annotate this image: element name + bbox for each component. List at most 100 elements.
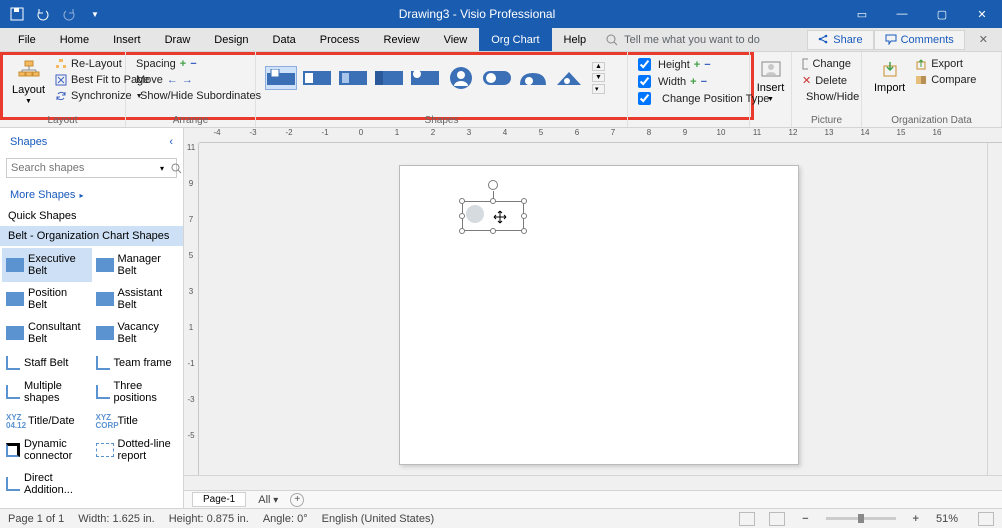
move-button[interactable]: Move ← → xyxy=(132,72,249,88)
presentation-view-icon[interactable] xyxy=(739,512,755,526)
tab-help[interactable]: Help xyxy=(552,28,599,51)
resize-handle-sw[interactable] xyxy=(459,228,465,234)
vertical-scrollbar[interactable] xyxy=(987,143,1002,475)
shape-consultant-belt[interactable]: Consultant Belt xyxy=(2,316,92,350)
shape-executive-belt[interactable]: Executive Belt xyxy=(2,248,92,282)
selected-shape[interactable] xyxy=(462,201,524,231)
horizontal-ruler: -4-3-2-1012345678910111213141516 xyxy=(199,128,1002,143)
status-language[interactable]: English (United States) xyxy=(322,513,435,525)
quick-shapes-category[interactable]: Quick Shapes xyxy=(0,206,183,226)
drawing-canvas[interactable] xyxy=(199,143,987,475)
undo-icon[interactable] xyxy=(34,5,52,23)
shape-three-positions[interactable]: Three positions xyxy=(92,375,182,409)
tab-insert[interactable]: Insert xyxy=(101,28,153,51)
gallery-up-icon[interactable]: ▲ xyxy=(592,62,605,71)
height-checkbox[interactable] xyxy=(638,58,651,71)
shape-dotted-line-report[interactable]: Dotted-line report xyxy=(92,433,182,467)
resize-handle-se[interactable] xyxy=(521,228,527,234)
tab-file[interactable]: File xyxy=(6,28,48,51)
compare-button[interactable]: Compare xyxy=(911,72,980,88)
ribbon-display-icon[interactable]: ▭ xyxy=(842,8,882,21)
import-button[interactable]: Import xyxy=(868,56,911,98)
zoom-out-button[interactable]: − xyxy=(799,513,811,525)
save-icon[interactable] xyxy=(8,5,26,23)
width-checkbox[interactable] xyxy=(638,75,651,88)
shape-style-2[interactable] xyxy=(302,67,332,89)
resize-handle-n[interactable] xyxy=(490,198,496,204)
shape-style-7[interactable] xyxy=(482,67,512,89)
shape-multiple-shapes[interactable]: Multiple shapes xyxy=(2,375,92,409)
change-picture-button[interactable]: Change xyxy=(798,56,855,72)
page-background[interactable] xyxy=(399,165,799,465)
collapse-ribbon-button[interactable]: ✕ xyxy=(965,28,1002,51)
layout-button[interactable]: Layout ▼ xyxy=(6,56,51,109)
insert-picture-button[interactable]: Insert ▼ xyxy=(756,56,785,107)
spacing-button[interactable]: Spacing + − xyxy=(132,56,249,72)
search-dropdown-icon[interactable]: ▾ xyxy=(157,164,167,173)
tab-design[interactable]: Design xyxy=(202,28,260,51)
qat-more-icon[interactable]: ▼ xyxy=(86,5,104,23)
resize-handle-w[interactable] xyxy=(459,213,465,219)
resize-handle-nw[interactable] xyxy=(459,198,465,204)
shape-style-9[interactable] xyxy=(554,67,584,89)
add-page-button[interactable]: + xyxy=(290,493,304,507)
showhide-picture-button[interactable]: Show/Hide xyxy=(798,89,855,105)
tell-me-search[interactable]: Tell me what you want to do xyxy=(598,28,768,51)
zoom-value[interactable]: 51% xyxy=(936,513,958,525)
horizontal-scrollbar[interactable] xyxy=(184,475,1002,490)
shape-team-frame[interactable]: Team frame xyxy=(92,351,182,375)
shape-assistant-belt[interactable]: Assistant Belt xyxy=(92,282,182,316)
shape-staff-belt[interactable]: Staff Belt xyxy=(2,351,92,375)
tab-review[interactable]: Review xyxy=(372,28,432,51)
shape-style-4[interactable] xyxy=(374,67,404,89)
shape-style-3[interactable] xyxy=(338,67,368,89)
delete-picture-button[interactable]: ✕Delete xyxy=(798,72,855,89)
shape-style-5[interactable] xyxy=(410,67,440,89)
redo-icon[interactable] xyxy=(60,5,78,23)
shape-position-belt[interactable]: Position Belt xyxy=(2,282,92,316)
tab-view[interactable]: View xyxy=(432,28,480,51)
shapes-search[interactable]: ▾ xyxy=(6,158,177,178)
shape-title[interactable]: XYZCORPTitle xyxy=(92,409,182,433)
zoom-slider[interactable] xyxy=(826,517,896,520)
shape-style-6[interactable] xyxy=(446,67,476,89)
more-shapes-link[interactable]: More Shapes ▸ xyxy=(0,184,183,206)
width-control[interactable]: Width + − xyxy=(634,73,743,90)
zoom-in-button[interactable]: + xyxy=(910,513,922,525)
change-position-type-button[interactable]: Change Position Type xyxy=(634,90,743,107)
export-button[interactable]: Export xyxy=(911,56,980,72)
tab-org-chart[interactable]: Org Chart xyxy=(479,28,551,51)
tab-home[interactable]: Home xyxy=(48,28,101,51)
minimize-icon[interactable]: — xyxy=(882,0,922,28)
resize-handle-ne[interactable] xyxy=(521,198,527,204)
rotation-handle[interactable] xyxy=(488,180,498,190)
page-tab-1[interactable]: Page-1 xyxy=(192,492,246,507)
tab-process[interactable]: Process xyxy=(308,28,372,51)
shape-title-date[interactable]: XYZ04.12Title/Date xyxy=(2,409,92,433)
resize-handle-e[interactable] xyxy=(521,213,527,219)
close-icon[interactable]: ✕ xyxy=(962,0,1002,28)
tab-data[interactable]: Data xyxy=(261,28,308,51)
shapes-search-input[interactable] xyxy=(7,160,157,176)
comments-button[interactable]: Comments xyxy=(874,30,965,50)
collapse-shapes-icon[interactable]: ‹ xyxy=(169,136,173,148)
shape-dynamic-connector[interactable]: Dynamic connector xyxy=(2,433,92,467)
shape-style-8[interactable] xyxy=(518,67,548,89)
maximize-icon[interactable]: ▢ xyxy=(922,0,962,28)
belt-org-chart-category[interactable]: Belt - Organization Chart Shapes xyxy=(0,226,183,246)
height-control[interactable]: Height + − xyxy=(634,56,743,73)
shape-style-1[interactable] xyxy=(266,67,296,89)
fit-window-icon[interactable] xyxy=(978,512,994,526)
shape-vacancy-belt[interactable]: Vacancy Belt xyxy=(92,316,182,350)
gallery-more-icon[interactable]: ▾ xyxy=(592,84,605,94)
cpt-checkbox[interactable] xyxy=(638,92,651,105)
share-button[interactable]: Share xyxy=(807,30,873,50)
all-pages-dropdown[interactable]: All ▾ xyxy=(252,494,284,506)
resize-handle-s[interactable] xyxy=(490,228,496,234)
fit-page-view-icon[interactable] xyxy=(769,512,785,526)
show-hide-subordinates-button[interactable]: Show/Hide Subordinates xyxy=(132,88,249,104)
shape-manager-belt[interactable]: Manager Belt xyxy=(92,248,182,282)
tab-draw[interactable]: Draw xyxy=(153,28,203,51)
gallery-down-icon[interactable]: ▼ xyxy=(592,73,605,82)
shape-direct-addition[interactable]: Direct Addition... xyxy=(2,467,92,501)
